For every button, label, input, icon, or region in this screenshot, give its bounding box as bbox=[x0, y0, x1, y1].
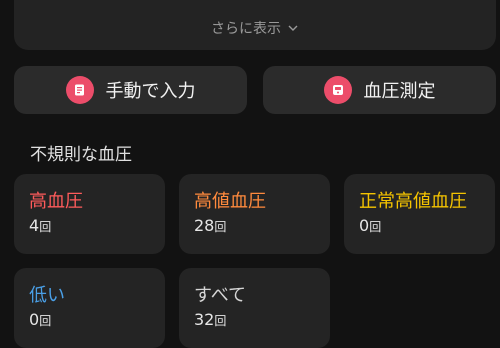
category-label: 低い bbox=[29, 285, 65, 306]
chevron-down-icon bbox=[288, 25, 298, 31]
category-count: 0回 bbox=[359, 216, 382, 235]
category-count: 0回 bbox=[29, 310, 52, 329]
manual-entry-icon bbox=[65, 76, 94, 104]
category-tile-all[interactable]: すべて 32回 bbox=[179, 268, 330, 348]
category-tile-low[interactable]: 低い 0回 bbox=[14, 268, 165, 348]
category-label: 正常高値血圧 bbox=[359, 191, 467, 212]
irregular-bp-title: 不規則な血圧 bbox=[30, 145, 132, 165]
category-label: すべて bbox=[194, 285, 247, 306]
category-tile-elevated[interactable]: 高値血圧 28回 bbox=[179, 174, 330, 254]
manual-entry-button[interactable]: 手動で入力 bbox=[14, 66, 247, 114]
category-tile-hypertension[interactable]: 高血圧 4回 bbox=[14, 174, 165, 254]
manual-entry-label: 手動で入力 bbox=[105, 81, 196, 102]
category-tile-high-normal[interactable]: 正常高値血圧 0回 bbox=[344, 174, 495, 254]
category-label: 高血圧 bbox=[29, 191, 83, 212]
measure-bp-label: 血圧測定 bbox=[363, 81, 436, 102]
measure-bp-button[interactable]: 血圧測定 bbox=[263, 66, 496, 114]
show-more-button[interactable]: さらに表示 bbox=[14, 18, 496, 38]
category-label: 高値血圧 bbox=[194, 191, 266, 212]
category-count: 32回 bbox=[194, 310, 227, 329]
category-count: 4回 bbox=[29, 216, 52, 235]
bp-monitor-icon bbox=[323, 76, 352, 104]
show-more-label: さらに表示 bbox=[211, 21, 281, 37]
summary-card: さらに表示 bbox=[14, 0, 496, 50]
category-count: 28回 bbox=[194, 216, 227, 235]
